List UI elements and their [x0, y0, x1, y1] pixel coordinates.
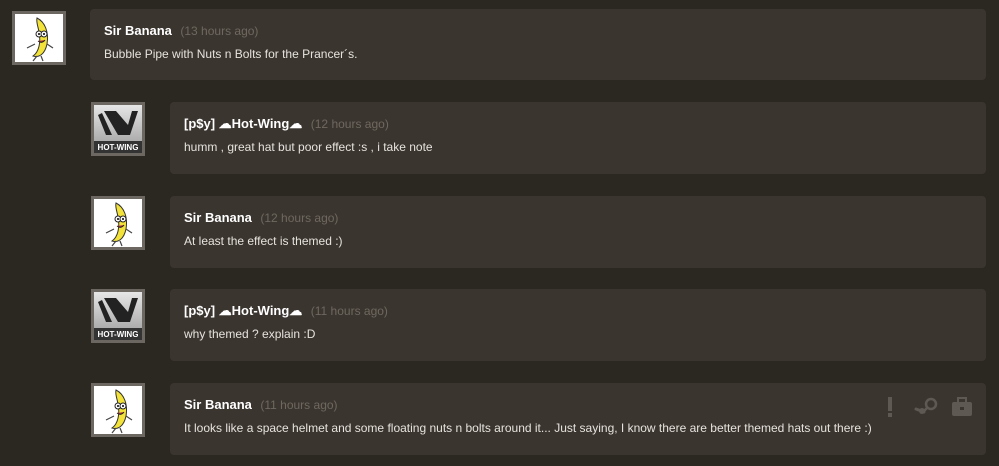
briefcase-icon[interactable] — [950, 395, 974, 419]
banana-avatar-icon — [15, 14, 63, 62]
comment-text: At least the effect is themed :) — [184, 234, 343, 248]
comment-text: why themed ? explain :D — [184, 327, 316, 341]
hotwing-avatar-label: HOT-WING — [98, 143, 139, 152]
hotwing-avatar-label: HOT-WING — [98, 330, 139, 339]
report-icon[interactable] — [878, 395, 902, 419]
avatar[interactable] — [91, 196, 145, 250]
banana-avatar-icon — [94, 386, 142, 434]
comment-author[interactable]: [p$y] ☁Hot-Wing☁ — [184, 116, 302, 131]
comment-timestamp: (12 hours ago) — [310, 117, 389, 131]
comment-text: humm , great hat but poor effect :s , i … — [184, 140, 433, 154]
comment-timestamp: (11 hours ago) — [310, 304, 388, 318]
comment-bubble: [p$y] ☁Hot-Wing☁ (11 hours ago) why them… — [170, 289, 986, 361]
comment-author[interactable]: Sir Banana — [184, 397, 252, 412]
comment-text: It looks like a space helmet and some fl… — [184, 421, 872, 435]
hotwing-avatar-icon: HOT-WING — [94, 105, 142, 153]
comment-actions — [878, 395, 974, 419]
comment-timestamp: (12 hours ago) — [260, 211, 339, 225]
comment-author[interactable]: Sir Banana — [104, 23, 172, 38]
comment-bubble: Sir Banana (11 hours ago) It looks like … — [170, 383, 986, 455]
avatar[interactable]: HOT-WING — [91, 102, 145, 156]
comment-bubble: [p$y] ☁Hot-Wing☁ (12 hours ago) humm , g… — [170, 102, 986, 174]
comment-author[interactable]: [p$y] ☁Hot-Wing☁ — [184, 303, 302, 318]
comment-author[interactable]: Sir Banana — [184, 210, 252, 225]
steam-icon[interactable] — [914, 395, 938, 419]
comment-bubble: Sir Banana (12 hours ago) At least the e… — [170, 196, 986, 268]
avatar[interactable] — [12, 11, 66, 65]
comment-bubble: Sir Banana (13 hours ago) Bubble Pipe wi… — [90, 9, 986, 80]
hotwing-avatar-icon: HOT-WING — [94, 292, 142, 340]
comment-timestamp: (13 hours ago) — [180, 24, 259, 38]
avatar[interactable]: HOT-WING — [91, 289, 145, 343]
avatar[interactable] — [91, 383, 145, 437]
banana-avatar-icon — [94, 199, 142, 247]
comment-text: Bubble Pipe with Nuts n Bolts for the Pr… — [104, 47, 358, 61]
comment-timestamp: (11 hours ago) — [260, 398, 338, 412]
